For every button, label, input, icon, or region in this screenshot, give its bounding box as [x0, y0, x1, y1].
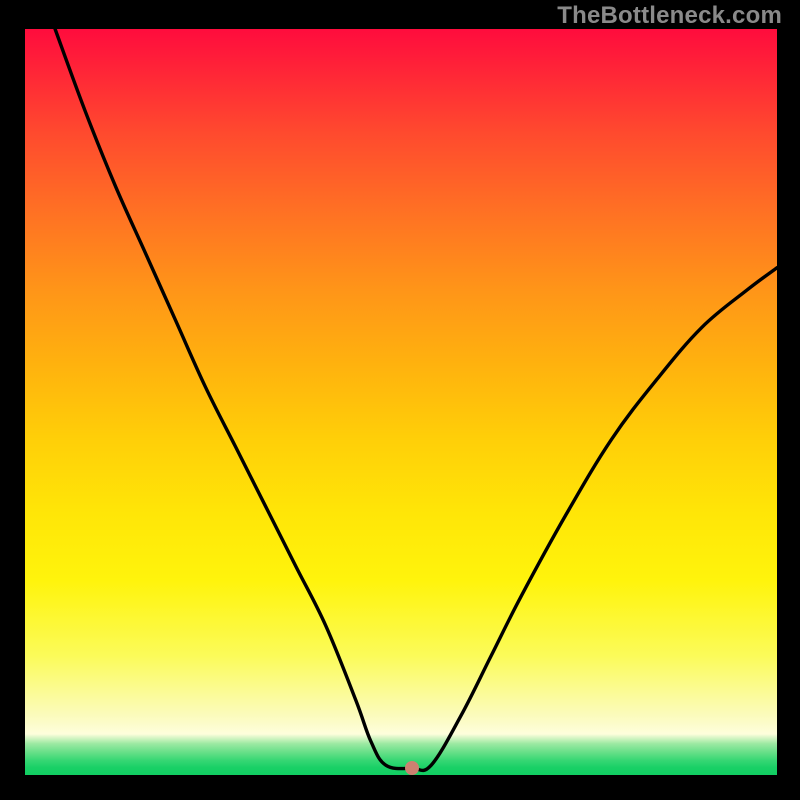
watermark-text: TheBottleneck.com	[557, 2, 782, 30]
optimal-point-marker	[405, 761, 419, 775]
chart-root: TheBottleneck.com	[0, 0, 800, 800]
bottleneck-curve	[25, 29, 777, 775]
